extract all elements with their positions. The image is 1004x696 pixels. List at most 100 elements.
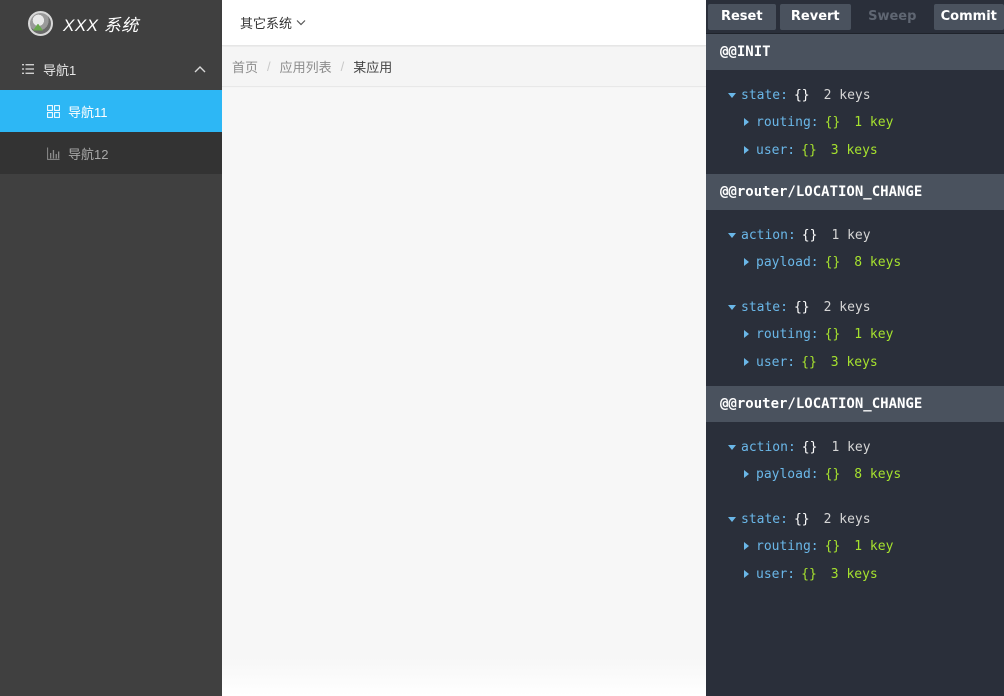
node-key: user:: [756, 566, 796, 582]
tree-node[interactable]: user: {} 3 keys: [706, 560, 1004, 588]
breadcrumb-home[interactable]: 首页: [232, 57, 258, 76]
sidebar: XXX 系统 导航1 导航11 导航12: [0, 0, 222, 696]
expand-arrow-icon: [728, 444, 736, 450]
collapse-arrow-icon: [744, 470, 749, 478]
chevron-down-icon: [296, 20, 306, 26]
tree-node[interactable]: routing: {} 1 key: [706, 320, 1004, 348]
node-key: action:: [741, 227, 796, 243]
tree-node[interactable]: routing: {} 1 key: [706, 108, 1004, 136]
commit-button[interactable]: Commit: [933, 3, 1004, 30]
collapse-arrow-icon: [744, 146, 749, 154]
tree-node[interactable]: state: {} 2 keys: [706, 82, 1004, 108]
collapse-arrow-icon: [744, 358, 749, 366]
redux-devtools-panel: Reset Revert Sweep Commit @@INIT state: …: [706, 0, 1004, 696]
submenu: 导航11 导航12: [0, 90, 222, 174]
node-key: payload:: [756, 254, 819, 270]
devtools-toolbar: Reset Revert Sweep Commit: [706, 0, 1004, 34]
node-brace: {}: [801, 354, 817, 370]
node-key: action:: [741, 439, 796, 455]
system-dropdown-label: 其它系统: [240, 16, 293, 31]
breadcrumb: 首页 / 应用列表 / 某应用: [222, 47, 706, 87]
node-key: payload:: [756, 466, 819, 482]
node-brace: {}: [793, 299, 810, 315]
node-key: state:: [741, 511, 788, 527]
node-key: routing:: [756, 326, 819, 342]
reset-button[interactable]: Reset: [708, 3, 776, 30]
node-brace: {}: [824, 538, 841, 554]
breadcrumb-app-list[interactable]: 应用列表: [280, 57, 332, 76]
system-dropdown[interactable]: 其它系统: [240, 13, 306, 32]
action-body: state: {} 2 keys routing: {} 1 key user:…: [706, 70, 1004, 174]
node-brace: {}: [801, 439, 818, 455]
node-count: 3 keys: [830, 142, 878, 158]
node-brace: {}: [824, 466, 841, 482]
node-key: state:: [741, 299, 788, 315]
content-area: [222, 88, 706, 696]
breadcrumb-separator: /: [340, 59, 345, 74]
breadcrumb-separator: /: [267, 59, 271, 74]
collapse-arrow-icon: [744, 570, 749, 578]
revert-button[interactable]: Revert: [779, 3, 852, 30]
side-menu: 导航1 导航11 导航12: [0, 46, 222, 174]
node-key: routing:: [756, 114, 819, 130]
top-header: 其它系统: [222, 0, 706, 46]
node-count: 1 key: [831, 227, 871, 243]
sweep-button[interactable]: Sweep: [855, 4, 929, 30]
expand-arrow-icon: [728, 232, 736, 238]
action-body: action: {} 1 key payload: {} 8 keys stat…: [706, 210, 1004, 386]
grid-icon: [47, 104, 60, 118]
logo-row: XXX 系统: [0, 0, 222, 46]
node-brace: {}: [824, 326, 841, 342]
tree-node[interactable]: routing: {} 1 key: [706, 532, 1004, 560]
node-count: 3 keys: [830, 566, 878, 582]
sidebar-item-nav11[interactable]: 导航11: [0, 90, 222, 132]
tree-node[interactable]: user: {} 3 keys: [706, 348, 1004, 376]
node-count: 8 keys: [854, 466, 902, 482]
tree-node[interactable]: action: {} 1 key: [706, 434, 1004, 460]
expand-arrow-icon: [728, 516, 736, 522]
logo-image: [28, 10, 53, 36]
expand-arrow-icon: [728, 304, 736, 310]
node-count: 2 keys: [823, 511, 871, 527]
node-count: 1 key: [831, 439, 871, 455]
action-header[interactable]: @@INIT: [706, 34, 1004, 70]
node-brace: {}: [824, 254, 841, 270]
node-key: routing:: [756, 538, 819, 554]
tree-node[interactable]: user: {} 3 keys: [706, 136, 1004, 164]
node-key: state:: [741, 87, 788, 103]
node-brace: {}: [824, 114, 841, 130]
collapse-arrow-icon: [744, 118, 749, 126]
sidebar-item-nav12[interactable]: 导航12: [0, 132, 222, 174]
chevron-up-icon: [194, 66, 206, 73]
collapse-arrow-icon: [744, 258, 749, 266]
sidebar-item-label: 导航11: [68, 104, 108, 120]
node-brace: {}: [801, 227, 818, 243]
list-icon: [22, 64, 34, 74]
action-header[interactable]: @@router/LOCATION_CHANGE: [706, 386, 1004, 422]
node-brace: {}: [801, 566, 817, 582]
action-header[interactable]: @@router/LOCATION_CHANGE: [706, 174, 1004, 210]
tree-node[interactable]: state: {} 2 keys: [706, 506, 1004, 532]
tree-node[interactable]: action: {} 1 key: [706, 222, 1004, 248]
node-count: 8 keys: [854, 254, 902, 270]
tree-node[interactable]: payload: {} 8 keys: [706, 460, 1004, 488]
menu-group-nav1[interactable]: 导航1: [0, 48, 222, 90]
node-key: user:: [756, 354, 796, 370]
node-count: 1 key: [854, 326, 894, 342]
node-count: 3 keys: [830, 354, 878, 370]
node-brace: {}: [801, 142, 817, 158]
node-brace: {}: [793, 511, 810, 527]
collapse-arrow-icon: [744, 542, 749, 550]
tree-node[interactable]: state: {} 2 keys: [706, 294, 1004, 320]
app-title: XXX 系统: [63, 15, 139, 35]
breadcrumb-current: 某应用: [353, 60, 393, 75]
tree-node[interactable]: payload: {} 8 keys: [706, 248, 1004, 276]
bar-chart-icon: [47, 147, 60, 160]
action-body: action: {} 1 key payload: {} 8 keys stat…: [706, 422, 1004, 598]
expand-arrow-icon: [728, 92, 736, 98]
menu-group-label: 导航1: [43, 62, 77, 78]
node-key: user:: [756, 142, 796, 158]
node-count: 1 key: [854, 114, 894, 130]
